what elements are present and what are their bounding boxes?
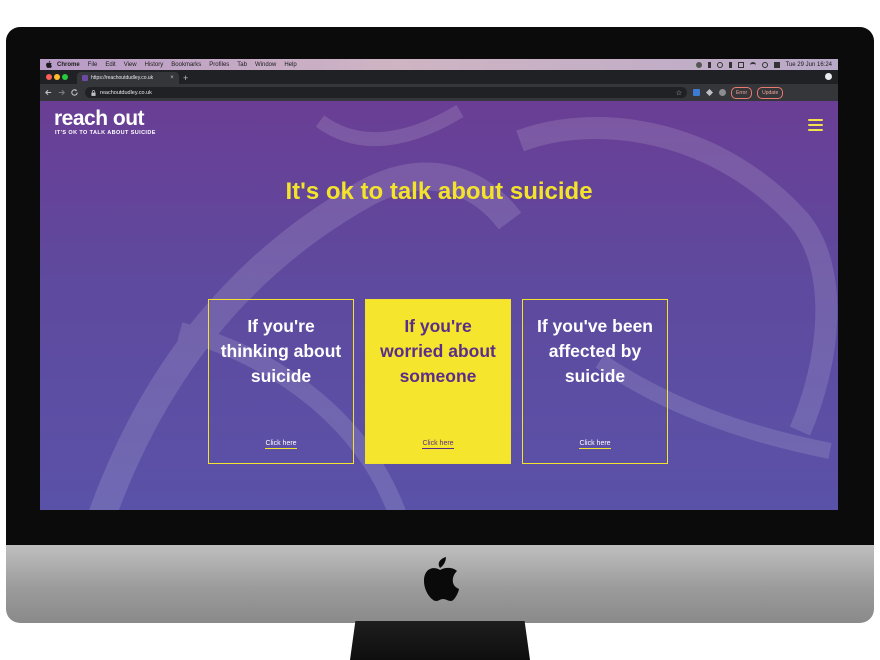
update-button[interactable]: Update <box>757 86 784 99</box>
menu-history[interactable]: History <box>145 62 164 68</box>
site-logo[interactable]: reach out <box>54 107 145 131</box>
card-title: If you're thinking about suicide <box>220 316 342 386</box>
site-tagline: IT'S OK TO TALK ABOUT SUICIDE <box>55 130 156 136</box>
status-area: Tue 29 Jun 16:24 <box>695 61 838 68</box>
back-arrow-icon[interactable] <box>44 88 53 97</box>
wifi-icon[interactable] <box>749 61 756 68</box>
error-button[interactable]: Error <box>731 86 753 99</box>
tab-close-icon[interactable]: × <box>169 75 175 81</box>
new-tab-button[interactable]: + <box>183 72 188 84</box>
menu-file[interactable]: File <box>88 62 98 68</box>
card-link-text[interactable]: Click here <box>422 440 454 449</box>
card-title: If you're worried about someone <box>380 316 496 386</box>
window-close-button[interactable] <box>46 74 52 80</box>
menu-bookmarks[interactable]: Bookmarks <box>171 62 201 68</box>
status-app-icon[interactable] <box>695 61 702 68</box>
card-affected-by-suicide[interactable]: If you've been affected by suicide Click… <box>522 299 668 464</box>
hero-title: It's ok to talk about suicide <box>285 178 593 205</box>
menu-edit[interactable]: Edit <box>105 62 115 68</box>
extension-icon[interactable] <box>693 89 700 96</box>
lock-icon[interactable] <box>91 89 96 96</box>
browser-toolbar: reachoutdudley.co.uk ☆ Error Update <box>40 84 838 101</box>
extensions-puzzle-icon[interactable] <box>706 89 713 96</box>
status-bar-icon[interactable] <box>707 61 711 68</box>
bluetooth-icon[interactable] <box>728 61 732 68</box>
tab-title: https://reachoutdudley.co.uk <box>91 75 154 81</box>
address-bar[interactable]: reachoutdudley.co.uk ☆ <box>85 87 687 98</box>
card-link[interactable]: Click here <box>523 440 667 449</box>
card-thinking-about-suicide[interactable]: If you're thinking about suicide Click h… <box>208 299 354 464</box>
card-link-text[interactable]: Click here <box>579 440 611 449</box>
card-link-text[interactable]: Click here <box>265 440 297 449</box>
tab-strip: https://reachoutdudley.co.uk × + <box>40 70 838 84</box>
battery-icon[interactable] <box>737 61 744 68</box>
mac-menubar: Chrome File Edit View History Bookmarks … <box>40 59 838 70</box>
card-worried-about-someone[interactable]: If you're worried about someone Click he… <box>365 299 511 464</box>
window-maximize-button[interactable] <box>62 74 68 80</box>
browser-tab[interactable]: https://reachoutdudley.co.uk × <box>77 72 179 84</box>
screen: Chrome File Edit View History Bookmarks … <box>40 59 838 510</box>
reload-icon[interactable] <box>70 88 79 97</box>
card-link[interactable]: Click here <box>209 440 353 449</box>
menu-app-name[interactable]: Chrome <box>57 62 80 68</box>
website: reach out IT'S OK TO TALK ABOUT SUICIDE … <box>40 101 838 510</box>
search-icon[interactable] <box>761 61 768 68</box>
menu-hamburger-icon[interactable] <box>808 119 823 131</box>
apple-logo-icon <box>424 557 459 601</box>
menubar-clock[interactable]: Tue 29 Jun 16:24 <box>786 62 832 68</box>
card-link[interactable]: Click here <box>366 440 510 449</box>
forward-arrow-icon[interactable] <box>57 88 66 97</box>
status-circle-icon[interactable] <box>716 61 723 68</box>
menu-help[interactable]: Help <box>284 62 296 68</box>
control-center-icon[interactable] <box>773 61 780 68</box>
star-icon[interactable]: ☆ <box>676 89 682 97</box>
imac-stand <box>350 621 530 660</box>
window-minimize-button[interactable] <box>54 74 60 80</box>
menu-tab[interactable]: Tab <box>237 62 247 68</box>
tab-favicon-icon <box>82 75 88 81</box>
profile-avatar[interactable] <box>825 73 832 80</box>
card-title: If you've been affected by suicide <box>537 316 653 386</box>
menu-profiles[interactable]: Profiles <box>209 62 229 68</box>
menu-view[interactable]: View <box>124 62 137 68</box>
apple-menu-icon[interactable] <box>46 61 52 68</box>
menu-window[interactable]: Window <box>255 62 276 68</box>
account-avatar[interactable] <box>719 89 726 96</box>
url-text[interactable]: reachoutdudley.co.uk <box>100 90 152 96</box>
